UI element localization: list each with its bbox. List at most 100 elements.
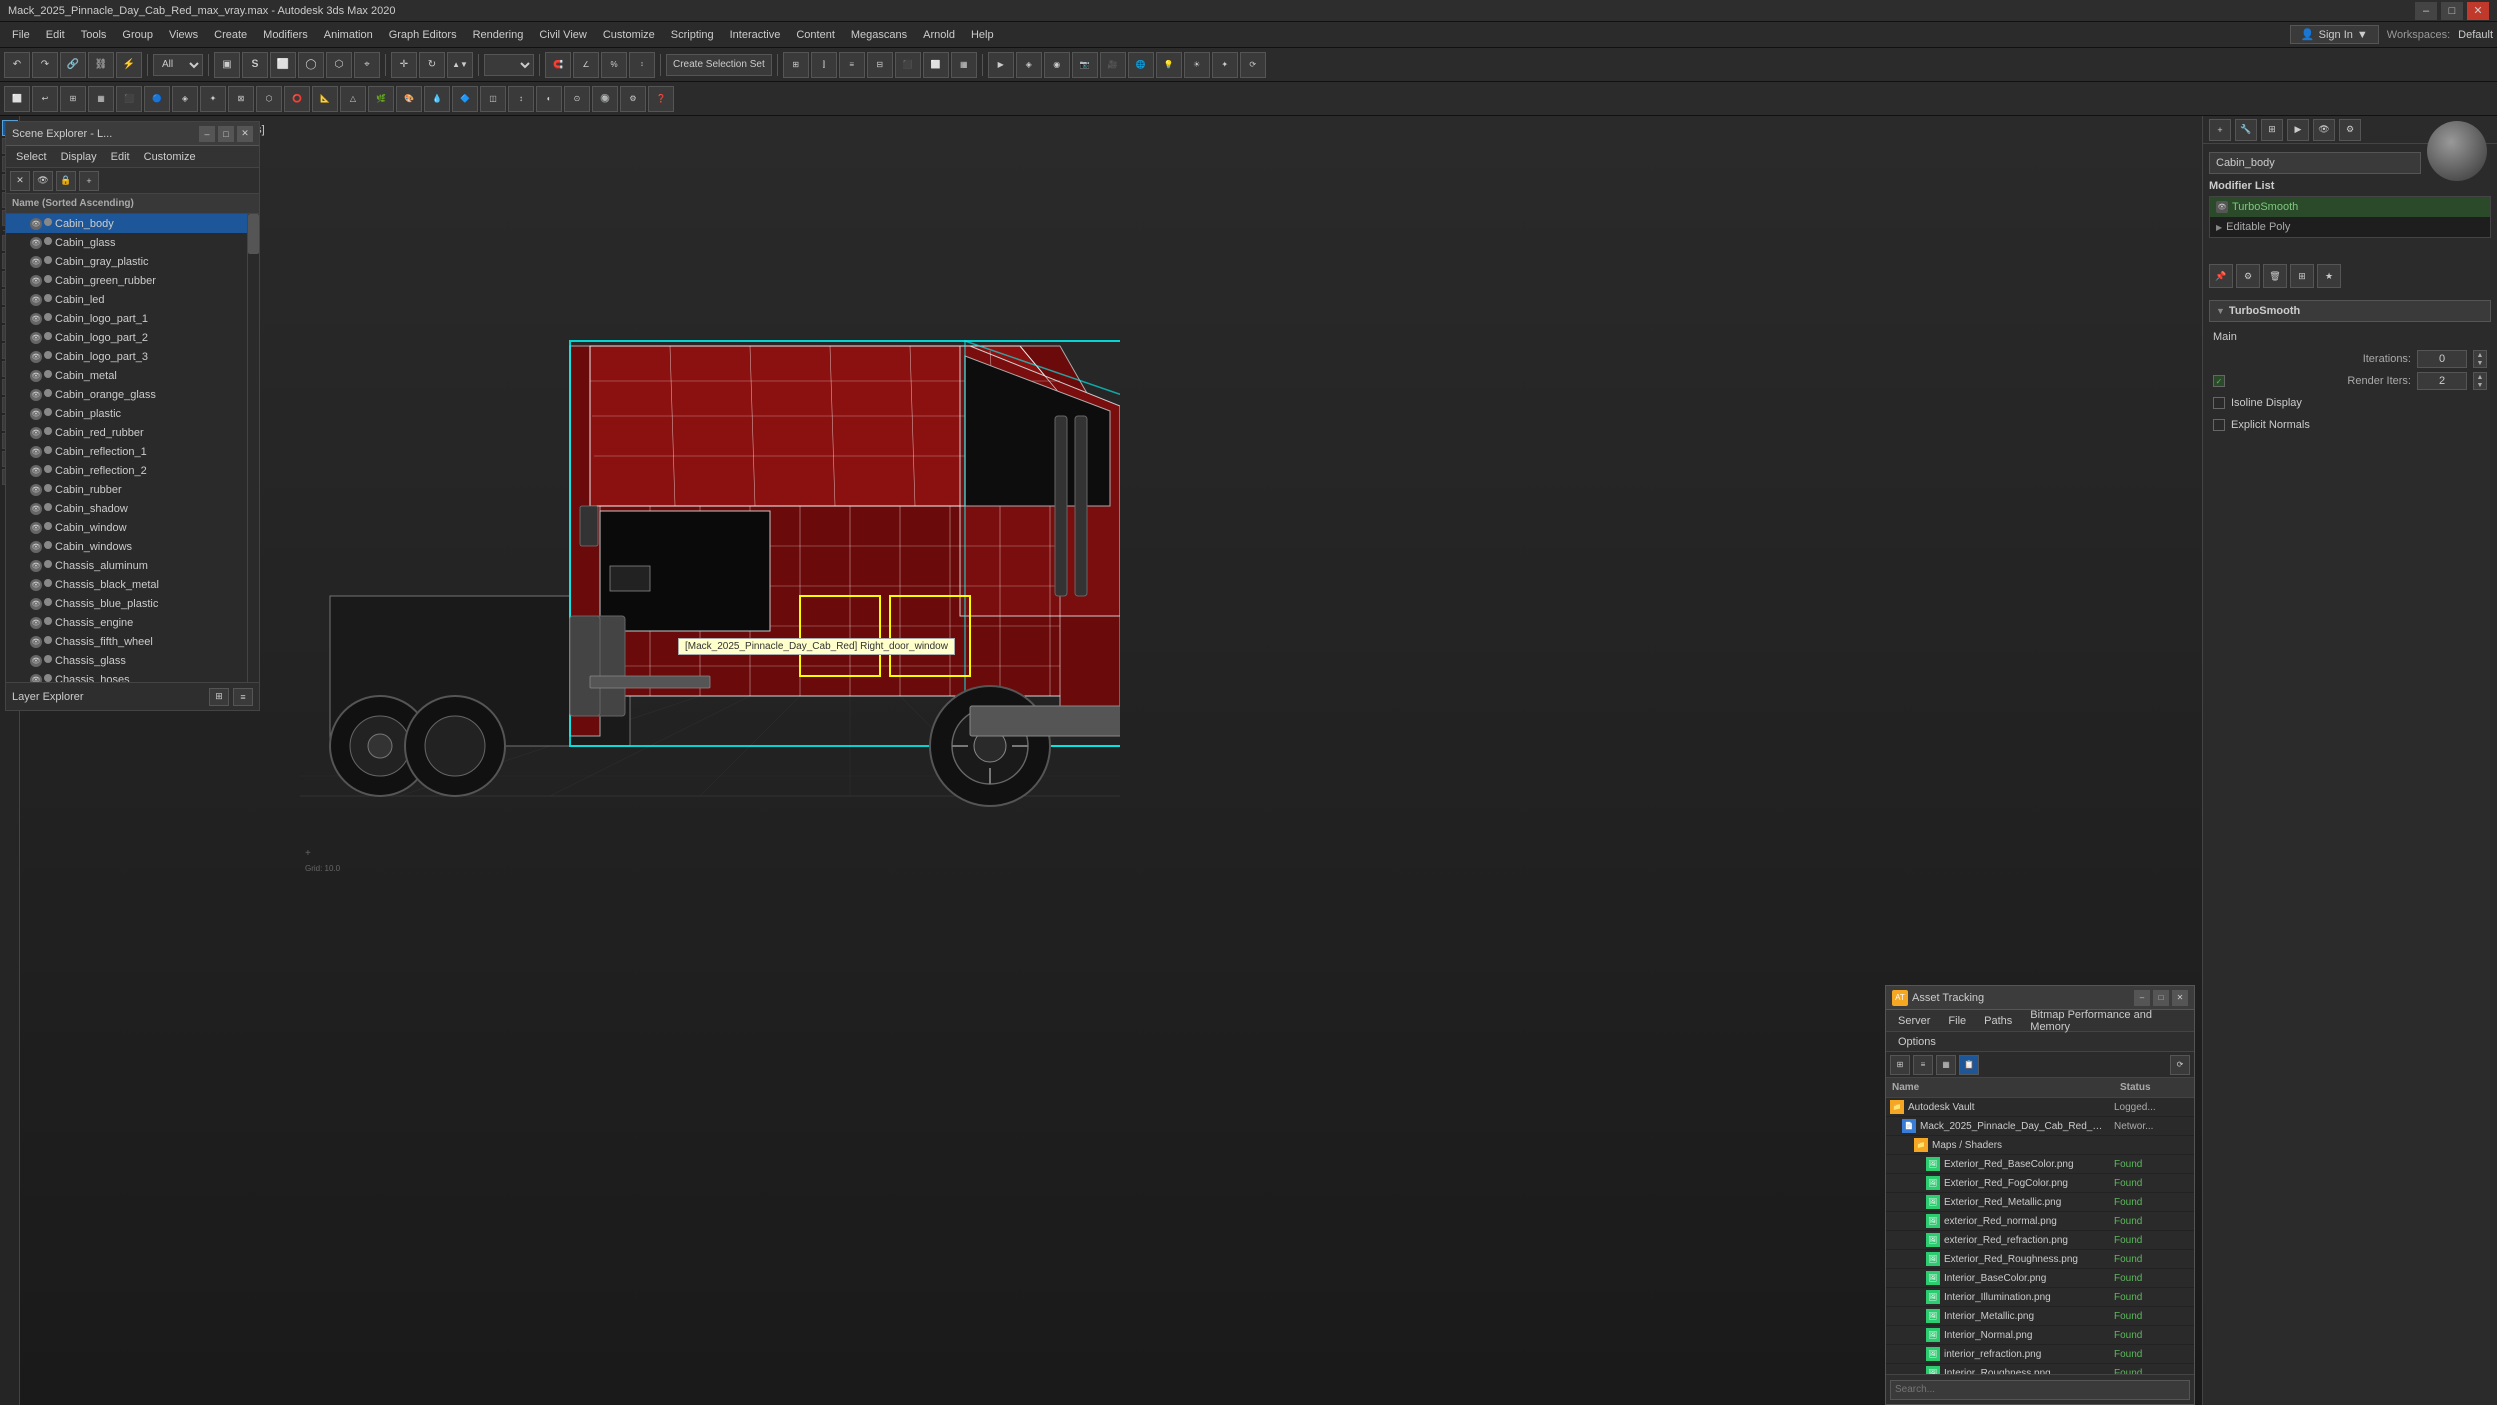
bind-button[interactable]: ⚡ [116,52,142,78]
render-iters-value[interactable]: 2 [2417,372,2467,390]
rp-btn-modify[interactable]: 🔧 [2235,119,2257,141]
se-eye-icon[interactable]: 👁 [30,503,42,515]
se-eye-icon[interactable]: 👁 [30,484,42,496]
render5-button[interactable]: 🎥 [1100,52,1126,78]
at-list-item[interactable]: 🖼 exterior_Red_normal.png Found [1886,1212,2194,1231]
menu-help[interactable]: Help [963,26,1002,44]
turbosmooth-section-header[interactable]: ▼ TurboSmooth [2209,300,2491,322]
se-eye-icon[interactable]: 👁 [30,275,42,287]
at-close-button[interactable]: ✕ [2172,990,2188,1006]
scrollbar-thumb[interactable] [248,214,259,254]
se-list-item[interactable]: 👁 Cabin_rubber [6,480,259,499]
se-list-item[interactable]: 👁 Cabin_reflection_2 [6,461,259,480]
se-list-item[interactable]: 👁 Cabin_logo_part_3 [6,347,259,366]
se-list-item[interactable]: 👁 Cabin_gray_plastic [6,252,259,271]
se-eye-icon[interactable]: 👁 [30,560,42,572]
se-tb-close[interactable]: ✕ [10,171,30,191]
maximize-button[interactable]: □ [2441,2,2463,20]
render-button[interactable]: ▶ [988,52,1014,78]
render4-button[interactable]: 📷 [1072,52,1098,78]
se-eye-icon[interactable]: 👁 [30,579,42,591]
se-close-button[interactable]: ✕ [237,126,253,142]
se-list-item[interactable]: 👁 Cabin_reflection_1 [6,442,259,461]
at-list-item[interactable]: 🖼 Exterior_Red_BaseColor.png Found [1886,1155,2194,1174]
snap-button[interactable]: 🧲 [545,52,571,78]
se-minimize-button[interactable]: – [199,126,215,142]
viewport[interactable]: [ + ] [Perspective] [User Defined] [Edge… [20,116,2202,1405]
align3-button[interactable]: ⊟ [867,52,893,78]
toolbar2-btn3[interactable]: ⊞ [60,86,86,112]
rp-mod-pin[interactable]: 📌 [2209,264,2233,288]
toolbar2-btn4[interactable]: ▦ [88,86,114,112]
explicit-normals-checkbox[interactable] [2213,419,2225,431]
iterations-spinner[interactable]: ▲ ▼ [2473,350,2487,368]
rp-mod-config[interactable]: ⚙ [2236,264,2260,288]
toolbar2-btn13[interactable]: △ [340,86,366,112]
toolbar2-btn22[interactable]: 🔘 [592,86,618,112]
se-menu-edit[interactable]: Edit [105,149,136,165]
align-button[interactable]: ⫿ [811,52,837,78]
select-object-button[interactable]: ▣ [214,52,240,78]
se-eye-icon[interactable]: 👁 [30,598,42,610]
render6-button[interactable]: 🌐 [1128,52,1154,78]
menu-rendering[interactable]: Rendering [465,26,532,44]
mirror-button[interactable]: ⊞ [783,52,809,78]
se-eye-icon[interactable]: 👁 [30,408,42,420]
toolbar2-btn11[interactable]: ⭕ [284,86,310,112]
render-iters-checkbox[interactable]: ✓ [2213,375,2225,387]
at-menu-paths[interactable]: Paths [1976,1013,2020,1029]
at-items-list[interactable]: 📁 Autodesk Vault Logged... 📄 Mack_2025_P… [1886,1098,2194,1374]
at-list-item[interactable]: 🖼 Exterior_Red_Roughness.png Found [1886,1250,2194,1269]
at-menu-bitmap[interactable]: Bitmap Performance and Memory [2022,1007,2190,1035]
se-eye-icon[interactable]: 👁 [30,446,42,458]
at-minimize-button[interactable]: – [2134,990,2150,1006]
at-list-item[interactable]: 📄 Mack_2025_Pinnacle_Day_Cab_Red_max_vra… [1886,1117,2194,1136]
se-list-item[interactable]: 👁 Chassis_aluminum [6,556,259,575]
se-menu-display[interactable]: Display [55,149,103,165]
at-maximize-button[interactable]: □ [2153,990,2169,1006]
se-tb-view[interactable]: 👁 [33,171,53,191]
se-maximize-button[interactable]: □ [218,126,234,142]
toolbar2-btn7[interactable]: ◈ [172,86,198,112]
selection-filter-dropdown[interactable]: All [153,54,203,76]
se-list-item[interactable]: 👁 Cabin_glass [6,233,259,252]
render-iters-up[interactable]: ▲ [2474,373,2486,381]
render10-button[interactable]: ⟳ [1240,52,1266,78]
render-iters-spinner[interactable]: ▲ ▼ [2473,372,2487,390]
circle-select-button[interactable]: ◯ [298,52,324,78]
rp-btn-display[interactable]: 👁 [2313,119,2335,141]
se-list-item[interactable]: 👁 Chassis_hoses [6,670,259,682]
at-options-item[interactable]: Options [1890,1034,1944,1050]
render9-button[interactable]: ✦ [1212,52,1238,78]
link-button[interactable]: 🔗 [60,52,86,78]
toolbar2-btn10[interactable]: ⬡ [256,86,282,112]
scale-button[interactable]: ▲▼ [447,52,473,78]
at-list-item[interactable]: 🖼 interior_refraction.png Found [1886,1345,2194,1364]
at-tb-btn2[interactable]: ≡ [1913,1055,1933,1075]
render7-button[interactable]: 💡 [1156,52,1182,78]
menu-scripting[interactable]: Scripting [663,26,722,44]
rp-mod-instance[interactable]: ⊞ [2290,264,2314,288]
fence-select-button[interactable]: ⬡ [326,52,352,78]
at-tb-btn4[interactable]: 📋 [1959,1055,1979,1075]
view-dropdown[interactable]: View [484,54,534,76]
se-object-list[interactable]: 👁 Cabin_body 👁 Cabin_glass 👁 Cabin_gray_… [6,214,259,682]
se-list-item[interactable]: 👁 Cabin_logo_part_1 [6,309,259,328]
at-list-item[interactable]: 🖼 Interior_Illumination.png Found [1886,1288,2194,1307]
layer2-button[interactable]: ⬜ [923,52,949,78]
isoline-checkbox[interactable] [2213,397,2225,409]
se-eye-icon[interactable]: 👁 [30,370,42,382]
move-button[interactable]: ✛ [391,52,417,78]
at-list-item[interactable]: 🖼 Exterior_Red_FogColor.png Found [1886,1174,2194,1193]
rp-mod-trash[interactable]: 🗑 [2263,264,2287,288]
align2-button[interactable]: ≡ [839,52,865,78]
se-eye-icon[interactable]: 👁 [30,655,42,667]
toolbar2-btn14[interactable]: 🌿 [368,86,394,112]
layer-button[interactable]: ⬛ [895,52,921,78]
snap-percent-button[interactable]: % [601,52,627,78]
menu-edit[interactable]: Edit [38,26,73,44]
se-eye-icon[interactable]: 👁 [30,636,42,648]
se-eye-icon[interactable]: 👁 [30,256,42,268]
lasso-select-button[interactable]: ⌖ [354,52,380,78]
toolbar2-btn19[interactable]: ↕ [508,86,534,112]
